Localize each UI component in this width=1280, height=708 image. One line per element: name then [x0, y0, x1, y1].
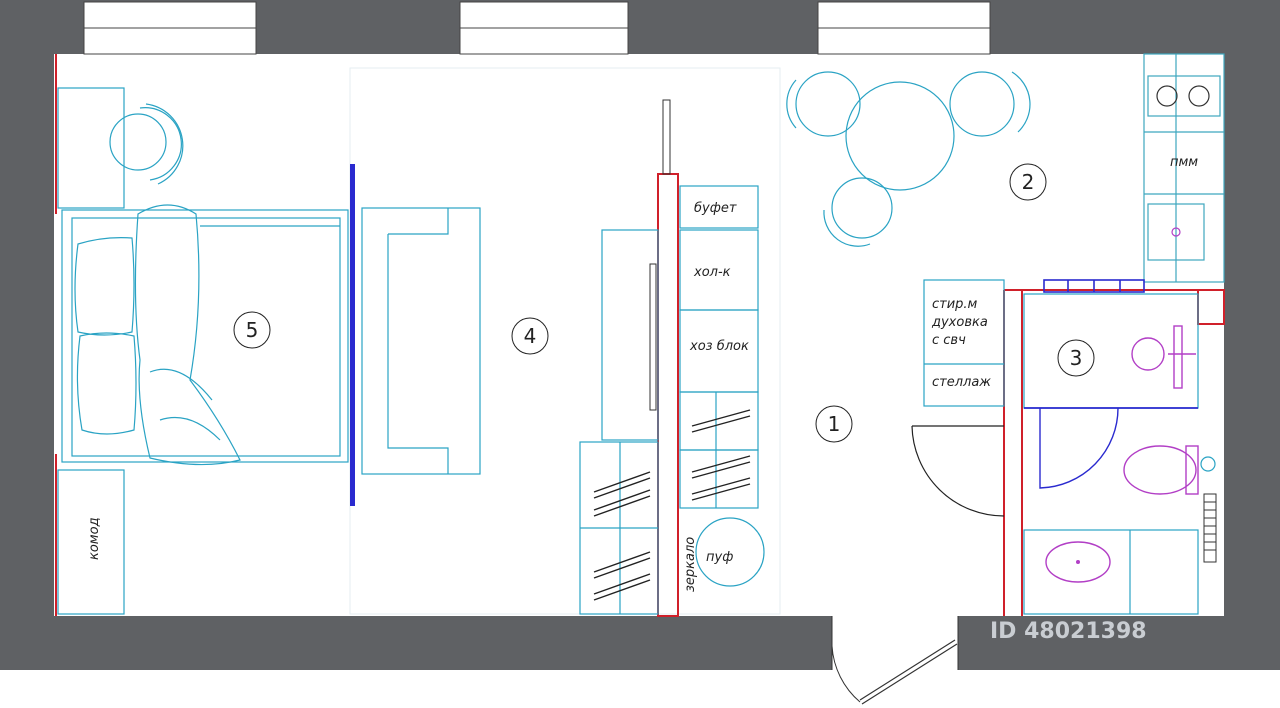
label-dresser: комод: [87, 517, 102, 560]
room-number-3: 3: [1070, 346, 1083, 370]
bathroom-door: [911, 425, 1005, 517]
sofa: [361, 207, 481, 475]
label-pouf: пуф: [706, 550, 733, 565]
windows: [83, 1, 991, 55]
label-washer-1: стир.м: [932, 297, 978, 312]
label-storage: хоз блок: [689, 339, 749, 354]
entrance-door: [831, 616, 959, 705]
room-number-4: 4: [524, 324, 537, 348]
bed-headboard-panel: [350, 164, 355, 506]
label-bufet: буфет: [694, 201, 737, 216]
dining-set: [786, 71, 1031, 247]
partition-post: [662, 99, 671, 175]
basin-drain-icon: [1076, 560, 1080, 564]
room-marker-1: 1: [815, 405, 853, 443]
shower-door: [1039, 407, 1119, 489]
label-washer-3: с свч: [932, 333, 966, 348]
floor-drain-icon: [1200, 456, 1216, 472]
label-fridge: хол-к: [693, 265, 731, 280]
watermark: ID 48021398: [990, 619, 1147, 644]
label-dishwasher: пмм: [1170, 155, 1198, 170]
walls: [0, 0, 1280, 670]
room-marker-2: 2: [1009, 163, 1047, 201]
label-shelf: стеллаж: [932, 375, 991, 390]
bathroom: [1023, 293, 1199, 615]
red-wall-lines: [55, 54, 1225, 617]
toilet: [1123, 325, 1199, 495]
label-mirror: зеркало: [683, 537, 698, 592]
room-number-2: 2: [1022, 170, 1035, 194]
towel-radiator: [1203, 493, 1217, 563]
cooktop-icon: [1156, 85, 1210, 107]
label-washer-2: духовка: [931, 315, 988, 330]
room-marker-4: 4: [511, 317, 549, 355]
furniture-labels: буфет хол-к хоз блок стир.м духовка с св…: [87, 155, 1198, 592]
room-marker-3: 3: [1057, 339, 1095, 377]
room-marker-5: 5: [233, 311, 271, 349]
mirror-panel: [649, 263, 657, 411]
bed: [61, 204, 349, 466]
hanger-marks: [593, 471, 651, 601]
room-number-5: 5: [246, 318, 259, 342]
shoe-marks: [691, 409, 751, 501]
floor-plan: 1 2 3 4 5 буфет хол-к хоз блок стир.м ду…: [0, 0, 1280, 705]
wardrobe-left: [579, 229, 659, 615]
desk-with-chair: [57, 87, 184, 209]
room-number-1: 1: [828, 412, 841, 436]
